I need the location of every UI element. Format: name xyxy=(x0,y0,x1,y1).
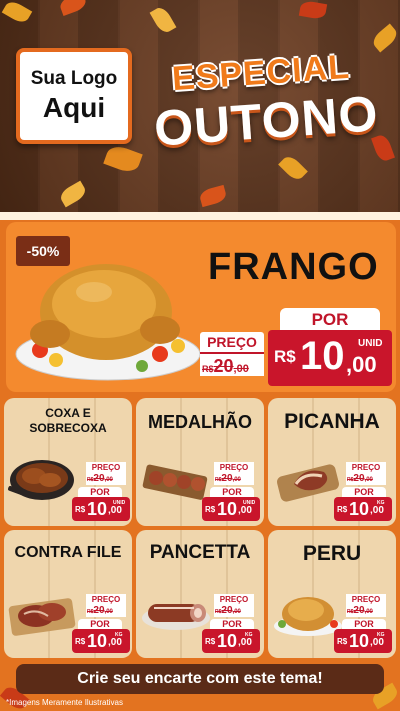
product-name: PICANHA xyxy=(268,410,396,434)
old-price-int: 20 xyxy=(221,605,233,616)
product-card[interactable]: PICANHA PREÇO R$20,00 POR R$ 10 KG ,00 xyxy=(268,398,396,526)
old-price: R$20,00 xyxy=(214,605,254,617)
old-price-dec: ,00 xyxy=(364,477,373,483)
price-int: 10 xyxy=(217,631,238,651)
product-name: PANCETTA xyxy=(136,542,264,564)
old-price-dec: ,00 xyxy=(104,477,113,483)
product-card[interactable]: CONTRA FILE POR R$ 10 KG ,00 PREÇO R$20,… xyxy=(4,530,132,658)
cta-button[interactable]: Crie seu encarte com este tema! xyxy=(16,664,384,694)
old-price-int: 20 xyxy=(93,605,105,616)
campaign-title: ESPECIAL OUTONO xyxy=(148,44,388,168)
featured-old-dec: ,00 xyxy=(233,363,249,375)
price-currency: R$ xyxy=(337,637,348,646)
logo-line-1: Sua Logo xyxy=(30,68,118,89)
discount-badge: -50% xyxy=(16,236,70,266)
featured-unit: UNID xyxy=(358,338,383,349)
old-price-int: 20 xyxy=(221,473,233,484)
divider-stripe xyxy=(0,212,400,220)
product-card[interactable]: PERU PREÇO R$20,00 POR R$ 10 KG ,00 xyxy=(268,530,396,658)
price-int: 10 xyxy=(87,631,108,651)
product-name-line-1: CONTRA FILE xyxy=(14,544,122,561)
product-name-line-1: MEDALHÃO xyxy=(148,412,252,432)
old-price: R$20,00 xyxy=(346,605,386,617)
disclaimer-note: *Imagens Meramente Ilustrativas xyxy=(6,698,123,707)
old-price-int: 20 xyxy=(353,605,365,616)
product-name: MEDALHÃO xyxy=(136,412,264,433)
pancetta-roll-icon xyxy=(142,604,210,630)
product-card[interactable]: COXA E SOBRECOXA PREÇO R$20,00 POR R$ 10… xyxy=(4,398,132,526)
product-price: R$ 10 KG ,00 xyxy=(72,629,130,653)
old-price-int: 20 xyxy=(93,473,105,484)
price-currency: R$ xyxy=(75,637,86,646)
product-name-line-1: PANCETTA xyxy=(149,542,251,563)
product-name: COXA E SOBRECOXA xyxy=(4,406,132,436)
featured-price-int: 10 xyxy=(300,334,345,378)
product-name: PERU xyxy=(268,542,396,566)
preco-label: PREÇO xyxy=(346,462,386,473)
price-dec: ,00 xyxy=(108,505,122,516)
old-price-dec: ,00 xyxy=(232,609,241,615)
preco-label: PREÇO xyxy=(214,594,254,605)
old-price: R$20,00 xyxy=(346,473,386,485)
preco-label: PREÇO xyxy=(86,594,126,605)
product-name-line-1: PERU xyxy=(302,542,362,565)
preco-label: PREÇO xyxy=(214,462,254,473)
price-int: 10 xyxy=(87,499,108,519)
product-card[interactable]: MEDALHÃO PREÇO R$20,00 POR R$ 10 UNID ,0… xyxy=(136,398,264,526)
logo-line-2: Aqui xyxy=(42,92,106,123)
featured-old-currency: R$ xyxy=(202,364,214,374)
product-card[interactable]: PANCETTA PREÇO R$20,00 POR R$ 10 KG ,00 xyxy=(136,530,264,658)
preco-label: PREÇO xyxy=(346,594,386,605)
product-name-line-2: SOBRECOXA xyxy=(29,421,107,435)
price-dec: ,00 xyxy=(108,637,122,648)
featured-old-int: 20 xyxy=(213,356,234,376)
product-price: R$ 10 UNID ,00 xyxy=(202,497,260,521)
featured-product-card[interactable]: -50% FRANGO PREÇO R$20,00 POR R$ 10 UNID… xyxy=(6,222,396,392)
product-price: R$ 10 KG ,00 xyxy=(202,629,260,653)
preco-label: PREÇO xyxy=(86,462,126,473)
price-dec: ,00 xyxy=(238,505,252,516)
product-name: CONTRA FILE xyxy=(4,544,132,562)
product-name-line-1: PICANHA xyxy=(284,410,380,433)
product-price: R$ 10 KG ,00 xyxy=(334,497,392,521)
medallion-skewers-icon xyxy=(142,464,208,500)
price-currency: R$ xyxy=(205,637,216,646)
featured-currency: R$ xyxy=(274,347,296,366)
price-int: 10 xyxy=(349,631,370,651)
price-int: 10 xyxy=(349,499,370,519)
price-dec: ,00 xyxy=(370,505,384,516)
old-price-dec: ,00 xyxy=(104,609,113,615)
price-dec: ,00 xyxy=(238,637,252,648)
old-price-dec: ,00 xyxy=(364,609,373,615)
featured-price: R$ 10 UNID ,00 xyxy=(268,330,392,386)
featured-product-name: FRANGO xyxy=(208,246,379,288)
featured-price-dec: ,00 xyxy=(346,352,377,377)
old-price: R$20,00 xyxy=(86,473,126,485)
old-price: R$20,00 xyxy=(86,605,126,617)
steak-board-icon xyxy=(8,598,76,636)
product-price: R$ 10 UNID ,00 xyxy=(72,497,130,521)
old-price: R$20,00 xyxy=(214,473,254,485)
price-currency: R$ xyxy=(205,505,216,514)
page: { "brand": { "accent": "#e37320", "price… xyxy=(0,0,400,711)
featured-preco-label: PREÇO xyxy=(200,332,264,352)
featured-por-label: POR xyxy=(280,308,380,332)
product-price: R$ 10 KG ,00 xyxy=(334,629,392,653)
old-price-dec: ,00 xyxy=(232,477,241,483)
price-currency: R$ xyxy=(337,505,348,514)
logo-placeholder[interactable]: Sua Logo Aqui xyxy=(16,48,132,144)
price-currency: R$ xyxy=(75,505,86,514)
old-price-int: 20 xyxy=(353,473,365,484)
price-dec: ,00 xyxy=(370,637,384,648)
product-name-line-1: COXA E xyxy=(45,406,91,420)
price-int: 10 xyxy=(217,499,238,519)
featured-old-price: R$20,00 xyxy=(200,352,264,376)
